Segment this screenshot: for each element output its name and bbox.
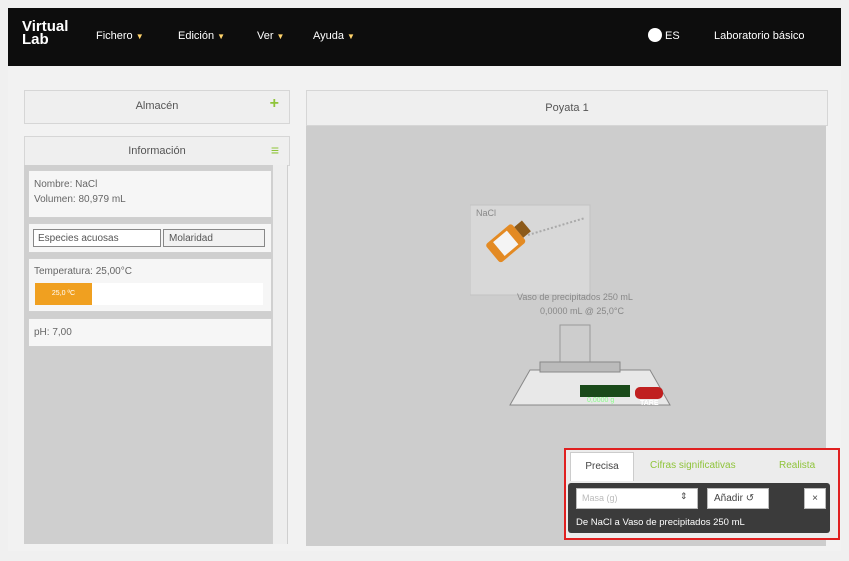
- ph-value: pH: 7,00: [34, 327, 72, 338]
- menu-icon[interactable]: ≡: [271, 142, 279, 158]
- solution-volume: Volumen: 80,979 mL: [34, 194, 126, 205]
- menu-ver-label: Ver: [257, 30, 274, 42]
- menu-ayuda[interactable]: Ayuda ▼: [313, 30, 355, 42]
- menu-ayuda-label: Ayuda: [313, 30, 344, 42]
- virtual-lab-logo[interactable]: Virtual Lab: [22, 19, 68, 47]
- ph-card: pH: 7,00: [28, 318, 272, 347]
- menu-fichero-label: Fichero: [96, 30, 133, 42]
- solution-info-card: Nombre: NaCl Volumen: 80,979 mL: [28, 170, 272, 218]
- add-button[interactable]: Añadir ↺: [707, 488, 769, 509]
- informacion-title: Información: [128, 145, 186, 157]
- undo-arrow-icon: ↺: [745, 493, 755, 504]
- tab-realista[interactable]: Realista: [779, 460, 815, 471]
- tab-precisa-label: Precisa: [585, 461, 619, 472]
- spinner-icon[interactable]: ⇕: [680, 491, 688, 502]
- scale-reading: 0,0000 g: [587, 397, 615, 404]
- beaker-icon[interactable]: [559, 324, 591, 366]
- globe-icon[interactable]: [648, 28, 662, 42]
- almacen-title: Almacén: [135, 100, 179, 112]
- molaridad-tab[interactable]: Molaridad: [163, 229, 265, 247]
- caret-down-icon: ▼: [217, 32, 225, 41]
- informacion-panel-header[interactable]: Información ≡: [24, 136, 290, 166]
- bench-drawing: [470, 204, 671, 406]
- caret-down-icon: ▼: [135, 32, 144, 41]
- especies-label: Especies acuosas: [38, 233, 119, 244]
- bench-header: Poyata 1: [306, 90, 828, 126]
- info-scrollbar[interactable]: [272, 165, 287, 544]
- bench-title: Poyata 1: [545, 102, 589, 114]
- tab-precisa[interactable]: Precisa: [570, 452, 634, 481]
- bottle-label: NaCl: [476, 208, 497, 218]
- caret-down-icon: ▼: [347, 32, 355, 41]
- vessel-label: Vaso de precipitados 250 mL: [517, 292, 633, 302]
- language-selector[interactable]: ES: [665, 30, 680, 42]
- menu-edicion-label: Edición: [178, 30, 215, 42]
- bottle-frame: [470, 204, 591, 296]
- vessel-sub: 0,0000 mL @ 25,0°C: [540, 306, 624, 316]
- add-button-label: Añadir: [714, 493, 743, 504]
- informacion-panel-body: [24, 165, 288, 544]
- tab-cifras[interactable]: Cifras significativas: [650, 460, 736, 471]
- temperature-card: Temperatura: 25,00°C 25,0 ºC: [28, 258, 272, 312]
- top-navbar: Virtual Lab Fichero ▼ Edición ▼ Ver ▼ Ayuda…: [8, 8, 841, 66]
- almacen-panel-header[interactable]: Almacén +: [24, 90, 290, 124]
- tare-button[interactable]: TARE: [640, 400, 659, 407]
- temperature-text: Temperatura: 25,00°C: [34, 266, 132, 277]
- solution-name: Nombre: NaCl: [34, 179, 98, 190]
- popup-description: De NaCl a Vaso de precipitados 250 mL: [576, 517, 745, 528]
- lab-name[interactable]: Laboratorio básico: [714, 30, 805, 42]
- especies-tab[interactable]: Especies acuosas: [33, 229, 161, 247]
- temperature-button[interactable]: 25,0 ºC: [35, 283, 92, 305]
- menu-fichero[interactable]: Fichero ▼: [96, 30, 144, 42]
- close-button[interactable]: ×: [804, 488, 826, 509]
- caret-down-icon: ▼: [276, 32, 285, 41]
- plus-icon[interactable]: +: [270, 95, 279, 113]
- menu-ver[interactable]: Ver ▼: [257, 30, 284, 42]
- menu-edicion[interactable]: Edición ▼: [178, 30, 225, 42]
- species-card: Especies acuosas Molaridad: [28, 223, 272, 253]
- molaridad-label: Molaridad: [169, 233, 213, 244]
